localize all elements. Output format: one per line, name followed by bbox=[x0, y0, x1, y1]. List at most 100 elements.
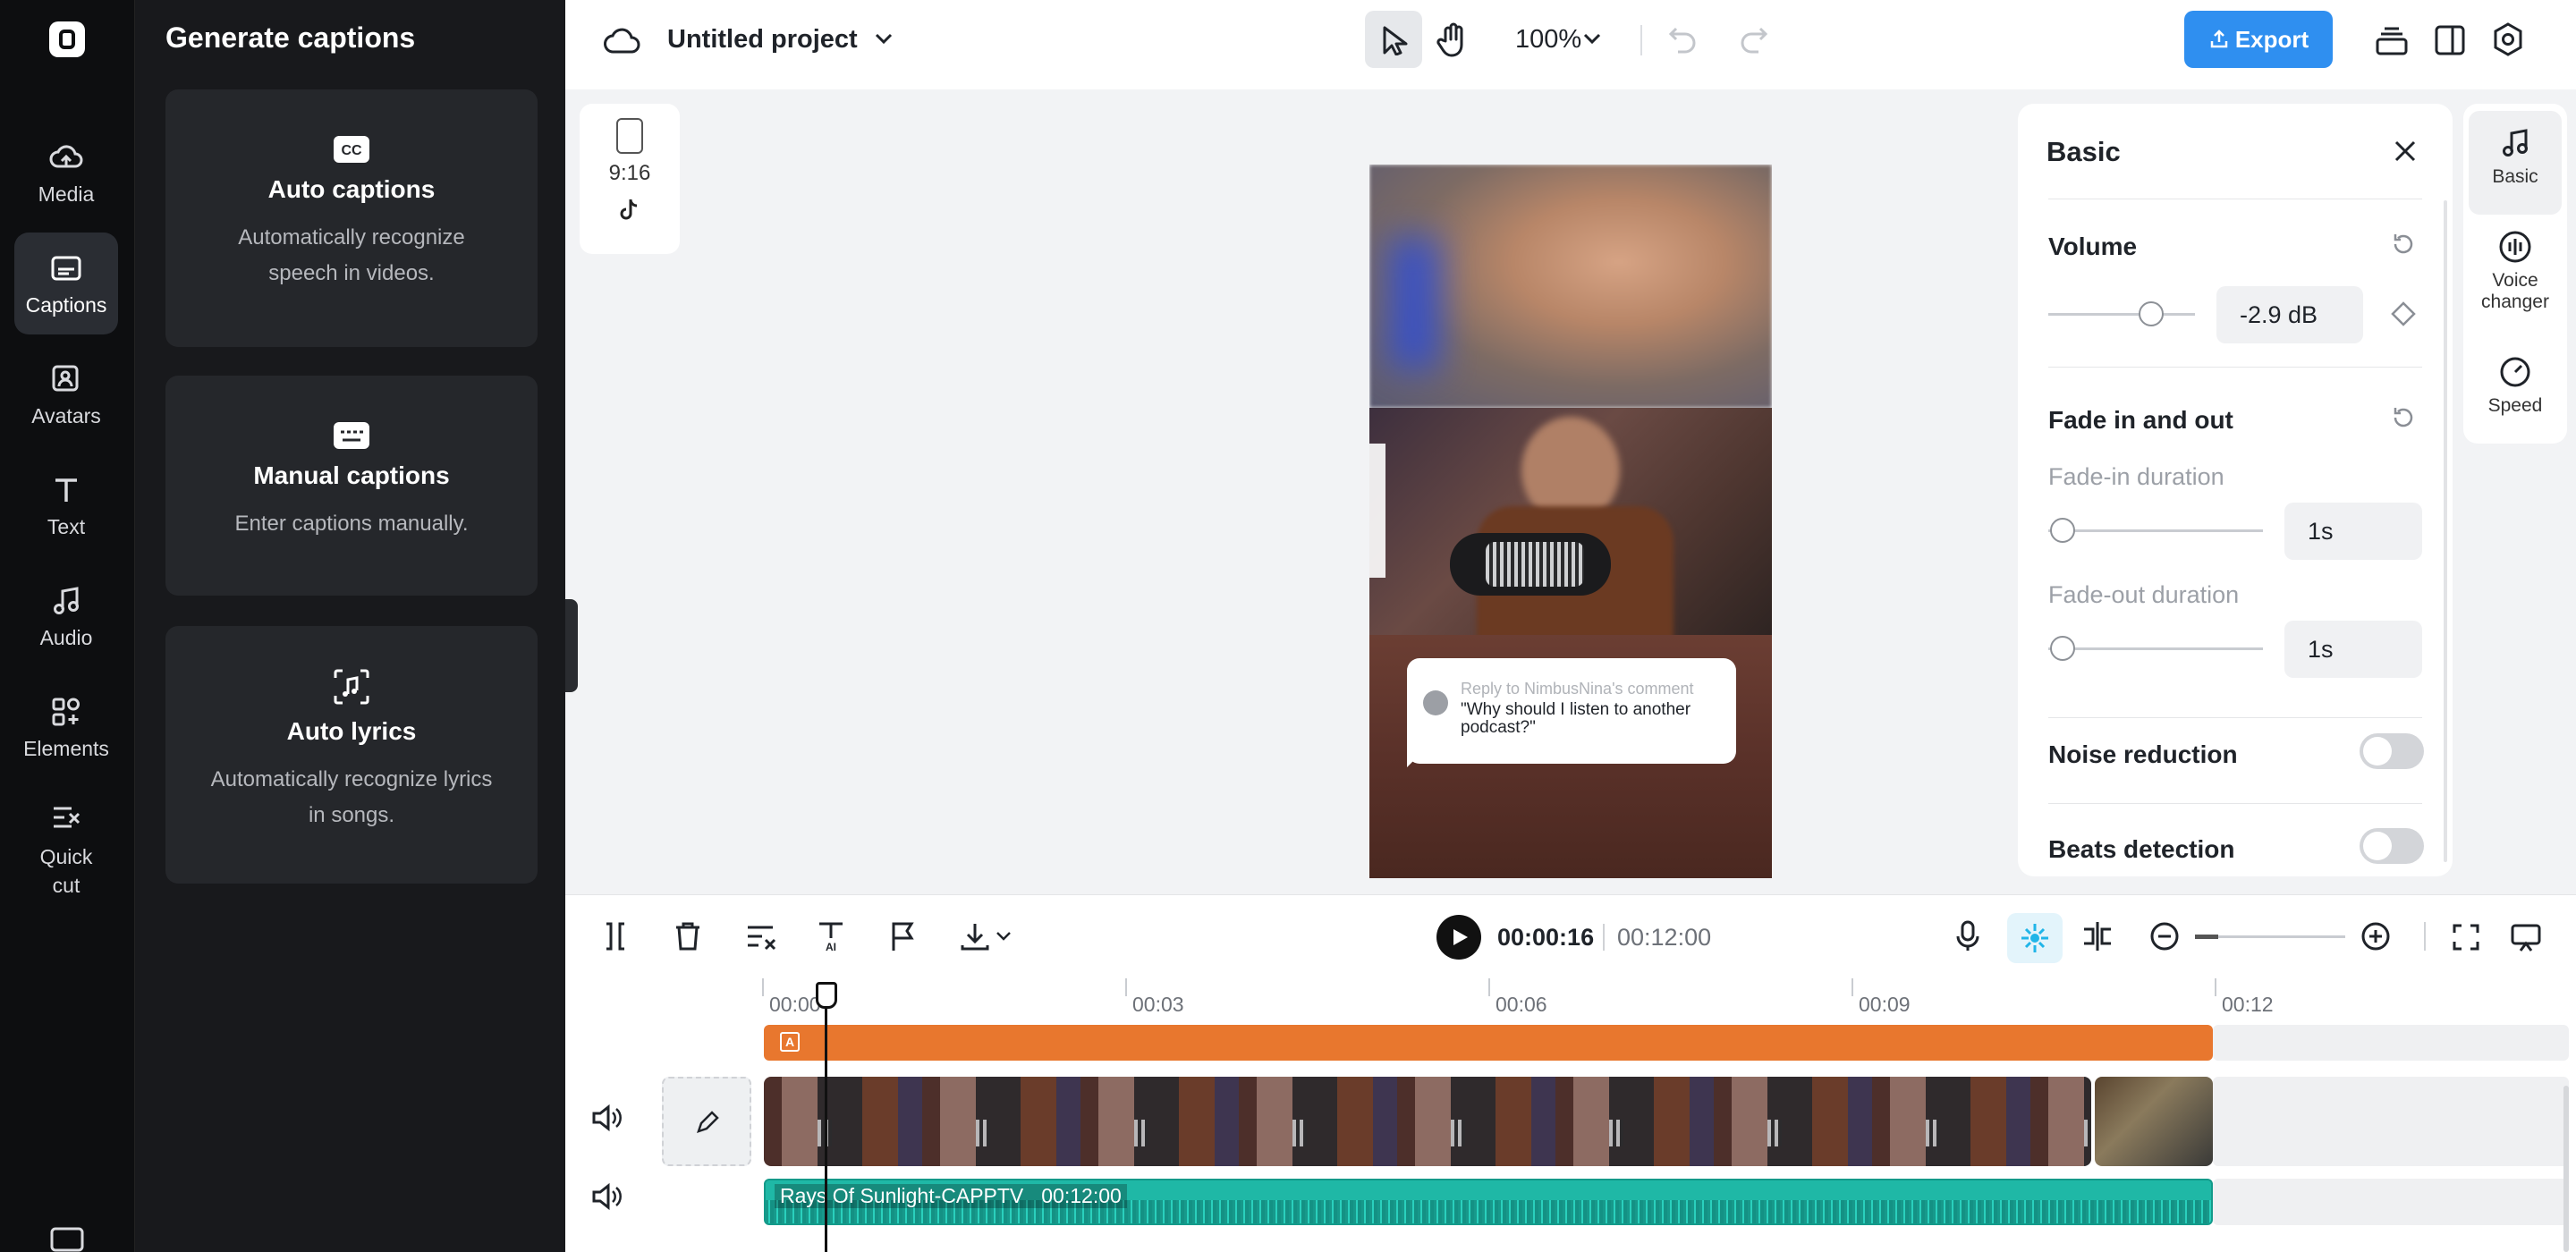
reset-icon[interactable] bbox=[2390, 231, 2417, 258]
auto-lyrics-card[interactable]: Auto lyrics Automatically recognize lyri… bbox=[165, 626, 538, 884]
scrollbar[interactable] bbox=[2444, 200, 2447, 862]
card-desc: Automatically recognize speech in videos… bbox=[238, 225, 465, 285]
play-button[interactable] bbox=[1436, 915, 1481, 960]
keyboard-shortcut-icon[interactable] bbox=[50, 1227, 84, 1252]
zoom-out-icon[interactable] bbox=[2148, 920, 2181, 952]
fullscreen-icon[interactable] bbox=[2451, 922, 2481, 952]
playhead-line[interactable] bbox=[825, 998, 827, 1252]
magnet-snap-button[interactable] bbox=[2007, 913, 2063, 963]
pen-icon bbox=[697, 1111, 719, 1133]
divider bbox=[2048, 717, 2422, 718]
app-logo[interactable] bbox=[49, 21, 85, 57]
close-icon[interactable] bbox=[2392, 138, 2419, 165]
video-track-clip-2[interactable] bbox=[2095, 1077, 2213, 1166]
fade-out-label: Fade-out duration bbox=[2048, 581, 2240, 608]
tab-label: Voice changer bbox=[2481, 270, 2549, 312]
export-label: Export bbox=[2234, 25, 2309, 53]
beats-detection-toggle[interactable] bbox=[2360, 828, 2424, 864]
video-track-empty bbox=[2213, 1077, 2569, 1166]
hand-icon[interactable] bbox=[1436, 21, 1470, 57]
tab-basic-content: Basic bbox=[2469, 125, 2562, 188]
panel-title: Generate captions bbox=[165, 21, 416, 54]
rail-item-avatars[interactable]: Avatars bbox=[14, 343, 118, 445]
rail-item-media[interactable]: Media bbox=[14, 122, 118, 224]
video-preview[interactable]: Reply to NimbusNina's comment "Why shoul… bbox=[1369, 165, 1772, 878]
redo-icon[interactable] bbox=[1737, 23, 1769, 55]
fade-in-slider-handle[interactable] bbox=[2050, 518, 2075, 543]
volume-slider-track[interactable] bbox=[2048, 313, 2195, 316]
divider bbox=[2424, 922, 2426, 951]
avatar-icon bbox=[52, 365, 79, 391]
rail-label: Text bbox=[47, 514, 86, 538]
microphone-icon[interactable] bbox=[1953, 918, 1982, 954]
rail-item-quick-cut[interactable]: Quick cut bbox=[14, 787, 118, 912]
edit-clip-icon[interactable] bbox=[744, 920, 778, 952]
project-name[interactable]: Untitled project bbox=[667, 25, 858, 55]
tab-label: Speed bbox=[2487, 395, 2543, 416]
fade-in-slider-track[interactable] bbox=[2048, 529, 2263, 532]
volume-value-field[interactable]: -2.9 dB bbox=[2216, 286, 2363, 343]
tab-voice-changer[interactable]: Voice changer bbox=[2469, 229, 2562, 313]
fade-out-slider-handle[interactable] bbox=[2050, 636, 2075, 661]
split-view-icon[interactable] bbox=[2080, 918, 2114, 954]
fade-out-value-field[interactable]: 1s bbox=[2284, 621, 2422, 678]
chevron-down-icon[interactable] bbox=[995, 929, 1013, 943]
manual-captions-card[interactable]: Manual captions Enter captions manually. bbox=[165, 376, 538, 596]
text-to-speech-icon[interactable]: AI bbox=[816, 920, 846, 954]
cloud-icon[interactable] bbox=[603, 25, 642, 55]
audio-clip-label: Rays Of Sunlight-CAPPTV 00:12:00 bbox=[775, 1184, 1127, 1208]
tab-label: Basic bbox=[2492, 166, 2538, 187]
speaker-icon[interactable] bbox=[590, 1182, 623, 1211]
card-title: Manual captions bbox=[253, 461, 450, 489]
snap-icon bbox=[2021, 924, 2048, 952]
ruler-label: 00:09 bbox=[1859, 993, 1911, 1016]
split-icon[interactable] bbox=[601, 920, 630, 952]
ruler-tick bbox=[2215, 978, 2216, 996]
cover-edit-button[interactable] bbox=[662, 1077, 751, 1166]
undo-icon[interactable] bbox=[1667, 23, 1699, 55]
flag-icon[interactable] bbox=[889, 920, 916, 952]
rail-item-elements[interactable]: Elements bbox=[14, 676, 118, 778]
aspect-ratio-card[interactable]: 9:16 bbox=[580, 104, 680, 254]
fade-out-slider-track[interactable] bbox=[2048, 647, 2263, 650]
rail-label: Avatars bbox=[31, 403, 101, 427]
reset-icon[interactable] bbox=[2390, 404, 2417, 431]
card-desc: Enter captions manually. bbox=[234, 512, 469, 536]
cc-icon: CC bbox=[334, 136, 369, 163]
delete-icon[interactable] bbox=[673, 920, 703, 952]
volume-slider-handle[interactable] bbox=[2138, 301, 2164, 326]
play-icon bbox=[1453, 929, 1468, 945]
ruler-label: 00:06 bbox=[1496, 993, 1547, 1016]
tab-speed[interactable]: Speed bbox=[2469, 354, 2562, 417]
playhead-handle[interactable] bbox=[816, 982, 837, 1009]
export-button[interactable]: Export bbox=[2184, 11, 2333, 68]
cloud-upload-icon bbox=[49, 144, 83, 167]
rail-item-audio[interactable]: Audio bbox=[14, 565, 118, 667]
zoom-level[interactable]: 100% bbox=[1515, 25, 1581, 55]
settings-icon[interactable] bbox=[2490, 21, 2526, 57]
captions-icon bbox=[51, 256, 81, 280]
chevron-down-icon[interactable] bbox=[1581, 30, 1603, 47]
auto-captions-card[interactable]: CC Auto captions Automatically recognize… bbox=[165, 89, 538, 347]
divider bbox=[2048, 803, 2422, 804]
panel-title: Basic bbox=[2046, 136, 2121, 167]
select-tool-button[interactable] bbox=[1365, 11, 1422, 68]
zoom-in-icon[interactable] bbox=[2360, 920, 2392, 952]
chevron-down-icon[interactable] bbox=[873, 30, 894, 47]
timeline-scrollbar[interactable] bbox=[2563, 1086, 2569, 1252]
audio-track-clip[interactable]: Rays Of Sunlight-CAPPTV 00:12:00 bbox=[764, 1179, 2213, 1225]
text-track-clip[interactable]: A bbox=[764, 1025, 2213, 1061]
rail-item-text[interactable]: Text bbox=[14, 454, 118, 556]
video-track-clip[interactable] bbox=[764, 1077, 2091, 1166]
noise-reduction-toggle[interactable] bbox=[2360, 733, 2424, 769]
comment-reply-label: Reply to NimbusNina's comment bbox=[1461, 680, 1694, 698]
preview-mode-icon[interactable] bbox=[2510, 922, 2542, 952]
collapse-panel-handle[interactable] bbox=[565, 599, 578, 692]
fade-in-value-field[interactable]: 1s bbox=[2284, 503, 2422, 560]
speaker-icon[interactable] bbox=[590, 1104, 623, 1132]
keyframe-diamond-icon[interactable] bbox=[2390, 300, 2417, 327]
rail-item-captions[interactable]: Captions bbox=[14, 233, 118, 334]
layers-icon[interactable] bbox=[2374, 23, 2410, 59]
download-icon[interactable] bbox=[959, 920, 991, 952]
panel-layout-icon[interactable] bbox=[2433, 23, 2467, 57]
